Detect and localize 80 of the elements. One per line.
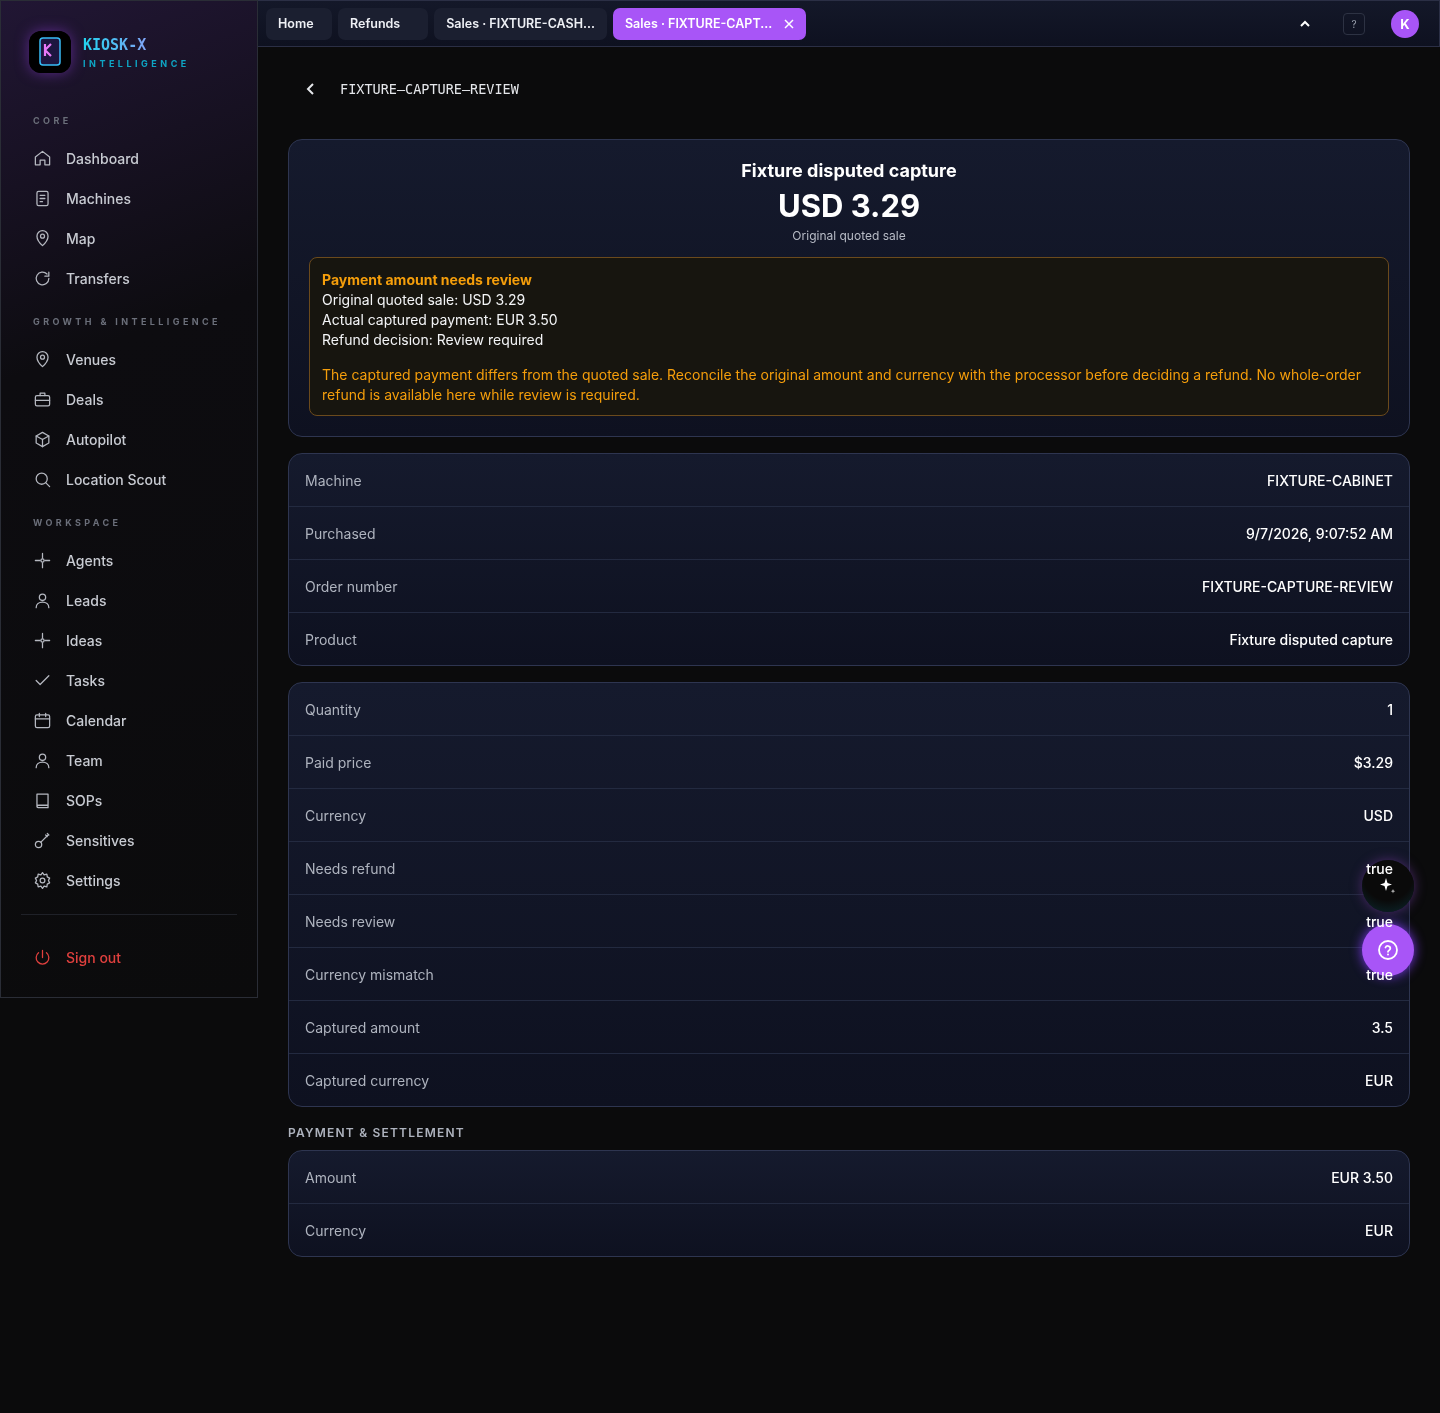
field-label: Needs review — [305, 912, 396, 930]
field-label: Currency — [305, 806, 367, 824]
sidebar-item[interactable]: Machines — [29, 178, 237, 218]
page-title: FIXTURE–CAPTURE–REVIEW — [340, 81, 519, 97]
warning-title: Payment amount needs review — [322, 270, 533, 290]
amount-caption: Original quoted sale — [792, 228, 906, 243]
field-label: Currency mismatch — [305, 965, 434, 983]
sign-out-button[interactable]: Sign out — [29, 937, 237, 977]
field-value: 9/7/2026, 9:07:52 AM — [1246, 524, 1393, 542]
field-label: Purchased — [305, 524, 376, 542]
help-button[interactable]: ? — [1343, 12, 1365, 35]
field-value: 1 — [1387, 700, 1393, 718]
field-value: 3.5 — [1371, 1018, 1393, 1036]
warning-line: Refund decision: Review required — [322, 330, 545, 350]
sidebar-item[interactable]: Agents — [29, 540, 237, 580]
field-label: Currency — [305, 1221, 367, 1239]
section-heading: PAYMENT & SETTLEMENT — [288, 1125, 466, 1140]
sidebar-item[interactable]: Leads — [29, 580, 237, 620]
field-value: FIXTURE-CAPTURE-REVIEW — [1202, 577, 1393, 595]
field-label: Quantity — [305, 700, 361, 718]
document-icon — [33, 188, 52, 208]
field-value: EUR — [1365, 1071, 1393, 1089]
crosshair-icon — [33, 630, 52, 650]
sidebar-item[interactable]: Tasks — [29, 660, 237, 700]
sidebar-item[interactable]: Settings — [29, 860, 237, 900]
key-icon — [33, 830, 52, 850]
sidebar-item[interactable]: Team — [29, 740, 237, 780]
field-label: Machine — [305, 471, 362, 489]
power-icon — [33, 947, 52, 967]
sidebar-item[interactable]: Calendar — [29, 700, 237, 740]
sidebar-item[interactable]: Sensitives — [29, 820, 237, 860]
amount: USD 3.29 — [777, 187, 921, 224]
sidebar-item[interactable]: Autopilot — [29, 419, 237, 459]
field-value: EUR 3.50 — [1331, 1168, 1393, 1186]
sidebar-item[interactable]: Map — [29, 218, 237, 258]
section-heading: GROWTH & INTELLIGENCE — [33, 316, 222, 327]
field-label: Order number — [305, 577, 398, 595]
logo-icon — [29, 31, 71, 73]
calendar-icon — [33, 710, 52, 730]
field-label: Paid price — [305, 753, 372, 771]
warning-message: The captured payment differs from the quoted sale. Reconcile the original amount and currency with the processor before deciding a refund. No whole-order refund is available here while review is required. — [322, 365, 1362, 405]
field-label: Amount — [305, 1168, 357, 1186]
field-value: FIXTURE-CABINET — [1267, 471, 1393, 489]
help-icon — [1377, 939, 1399, 961]
sidebar-item[interactable]: Ideas — [29, 620, 237, 660]
field-value: EUR — [1365, 1221, 1393, 1239]
sidebar-item[interactable]: Deals — [29, 379, 237, 419]
tab[interactable]: Home — [266, 7, 332, 40]
refresh-icon — [33, 268, 52, 288]
field-label: Captured currency — [305, 1071, 430, 1089]
field-label: Product — [305, 630, 357, 648]
product-title: Fixture disputed capture — [741, 160, 957, 181]
warning-line: Actual captured payment: EUR 3.50 — [322, 310, 559, 330]
tab[interactable]: Sales · FIXTURE-CAPT... — [612, 7, 807, 40]
tab[interactable]: Sales · FIXTURE-CASH... — [434, 7, 607, 40]
sidebar-item[interactable]: Location Scout — [29, 459, 237, 499]
close-icon[interactable] — [784, 18, 795, 29]
sidebar-item[interactable]: Dashboard — [29, 138, 237, 178]
warning-line: Original quoted sale: USD 3.29 — [322, 290, 527, 310]
settings-icon — [33, 870, 52, 890]
sidebar-item[interactable]: Venues — [29, 339, 237, 379]
tab[interactable]: Refunds — [338, 7, 429, 40]
field-label: Captured amount — [305, 1018, 420, 1036]
sidebar-item[interactable]: SOPs — [29, 780, 237, 820]
crosshair-icon — [33, 550, 52, 570]
field-value: true — [1366, 859, 1393, 877]
brand-tagline: INTELLIGENCE — [83, 57, 190, 69]
field-label: Needs refund — [305, 859, 396, 877]
field-value: $3.29 — [1353, 753, 1393, 771]
section-heading: WORKSPACE — [33, 517, 123, 528]
field-value: true — [1366, 912, 1393, 930]
field-value: USD — [1363, 806, 1393, 824]
home-icon — [33, 148, 52, 168]
cube-icon — [33, 429, 52, 449]
map-pin-icon — [33, 228, 52, 248]
section-heading: CORE — [33, 115, 73, 126]
sidebar-item[interactable]: Transfers — [29, 258, 237, 298]
field-value: Fixture disputed capture — [1229, 630, 1393, 648]
map-pin-icon — [33, 349, 52, 369]
avatar[interactable]: K — [1391, 9, 1419, 38]
